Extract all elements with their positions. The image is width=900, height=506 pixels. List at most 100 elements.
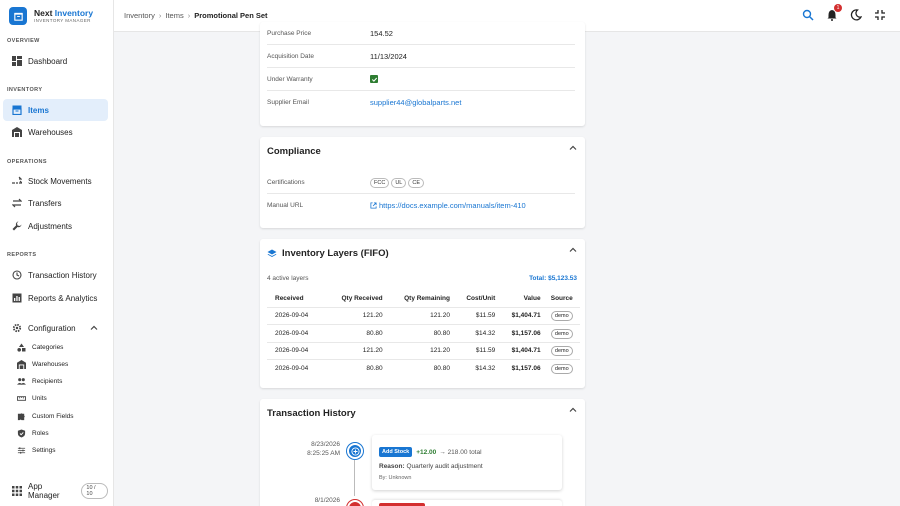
col-source: Source	[550, 294, 573, 302]
puzzle-icon	[17, 412, 26, 421]
sidebar-item-label: Reports & Analytics	[28, 293, 98, 303]
fullscreen-icon[interactable]	[874, 9, 886, 21]
breadcrumb: Inventory › Items › Promotional Pen Set	[124, 11, 268, 20]
supplier-email-label: Supplier Email	[267, 99, 309, 106]
sidebar-item-label: Warehouses	[28, 127, 73, 137]
acquisition-date-value: 11/13/2024	[370, 51, 407, 61]
chevron-up-icon[interactable]	[569, 406, 577, 414]
breadcrumb-items[interactable]: Items	[165, 11, 183, 20]
config-item-recipients[interactable]: Recipients	[17, 374, 62, 388]
timeline-entry-card[interactable]: Add Stock +12.00 → 218.00 total Reason: …	[372, 435, 562, 490]
sidebar-item-label: Configuration	[28, 323, 76, 333]
timeline-date-2: 8/1/2026	[260, 496, 340, 506]
timeline-connector	[354, 460, 355, 496]
sidebar-item-label: Adjustments	[28, 221, 73, 231]
warranty-label: Under Warranty	[267, 75, 313, 83]
warehouse-icon	[12, 127, 22, 137]
sidebar-item-label: Transaction History	[28, 270, 97, 280]
timeline-entry-card[interactable]	[372, 500, 562, 506]
purchase-price-row: Purchase Price 154.52	[267, 22, 575, 45]
brand[interactable]: Next Inventory INVENTORY MANAGER	[0, 0, 113, 32]
warranty-row: Under Warranty	[267, 68, 575, 91]
breadcrumb-inventory[interactable]: Inventory	[124, 11, 155, 20]
sidebar-item-items[interactable]: Items	[3, 99, 108, 121]
certifications-row: Certifications FCC UL CE	[267, 171, 575, 194]
sidebar: Next Inventory INVENTORY MANAGER OVERVIE…	[0, 0, 114, 506]
timeline-date: 8/23/2026	[311, 441, 340, 448]
compliance-card: Compliance Certifications FCC UL CE Manual…	[260, 137, 585, 228]
config-item-label: Units	[32, 394, 47, 402]
warehouse-icon	[17, 359, 26, 369]
history-title: Transaction History	[267, 408, 356, 419]
sidebar-item-app-manager[interactable]: App Manager 10 / 10	[3, 480, 108, 502]
section-overview: OVERVIEW	[7, 38, 40, 44]
timeline-time: 8:25:25 AM	[307, 450, 340, 458]
sidebar-item-adjustments[interactable]: Adjustments	[3, 215, 108, 237]
col-received: Received	[275, 294, 304, 302]
sidebar-item-label: Stock Movements	[28, 176, 92, 186]
sidebar-item-label: Transfers	[28, 198, 62, 208]
col-qty-remaining: Qty Remaining	[404, 294, 450, 302]
supplier-email-row: Supplier Email supplier44@globalparts.ne…	[267, 91, 575, 114]
sidebar-item-dashboard[interactable]: Dashboard	[3, 50, 108, 72]
source-chip: demo	[550, 364, 573, 374]
col-cost-unit: Cost/Unit	[466, 294, 496, 302]
brand-name: Next Inventory	[34, 8, 94, 18]
inventory-box-icon	[12, 105, 22, 115]
source-chip: demo	[550, 346, 573, 357]
config-item-units[interactable]: Units	[17, 391, 47, 405]
col-value: Value	[523, 294, 541, 302]
moon-icon[interactable]	[850, 9, 863, 21]
external-link-icon	[370, 202, 377, 209]
cert-chip: FCC	[370, 177, 390, 188]
supplier-email-link[interactable]: supplier44@globalparts.net	[370, 98, 461, 107]
sidebar-item-label: App Manager	[28, 482, 60, 500]
sidebar-item-label: Items	[28, 105, 49, 115]
sidebar-item-transfers[interactable]: Transfers	[3, 192, 108, 214]
cert-chip: CE	[408, 177, 424, 188]
running-total: → 218.00 total	[439, 448, 482, 456]
certifications-label: Certifications	[267, 178, 305, 186]
sidebar-item-reports-analytics[interactable]: Reports & Analytics	[3, 287, 108, 309]
table-row: 2026-09-04 80.80 80.80 $14.32 $1,157.06 demo	[267, 324, 580, 342]
config-item-categories[interactable]: Categories	[17, 340, 63, 354]
sidebar-item-configuration[interactable]: Configuration	[3, 317, 108, 339]
cert-chip: UL	[391, 177, 407, 188]
people-icon	[17, 377, 26, 386]
add-stock-tag: Add Stock	[379, 447, 413, 457]
purchase-price-value: 154.52	[370, 28, 393, 38]
app-count-badge: 10 / 10	[81, 483, 108, 499]
layers-table: Received Qty Received Qty Remaining Cost…	[267, 290, 580, 377]
chevron-up-icon[interactable]	[90, 324, 98, 332]
config-item-label: Settings	[32, 446, 56, 454]
sidebar-item-stock-movements[interactable]: Stock Movements	[3, 170, 108, 192]
table-row: 2026-09-04 121.20 121.20 $11.59 $1,404.71 dem…	[267, 341, 580, 360]
chevron-up-icon[interactable]	[569, 246, 577, 254]
config-item-custom-fields[interactable]: Custom Fields	[17, 409, 74, 423]
timeline-date: 8/1/2026	[314, 497, 340, 504]
config-item-label: Recipients	[32, 377, 63, 385]
details-card: Purchase Price 154.52 Acquisition Date 1…	[260, 22, 585, 126]
inventory-layers-card: Inventory Layers (FIFO) 4 active layers …	[260, 239, 585, 388]
chevron-up-icon[interactable]	[569, 144, 577, 152]
manual-url-row: Manual URL https://docs.example.com/manu…	[267, 194, 575, 217]
section-reports: REPORTS	[7, 252, 37, 258]
breadcrumb-current: Promotional Pen Set	[194, 11, 268, 20]
sidebar-item-warehouses[interactable]: Warehouses	[3, 121, 108, 143]
swap-icon	[12, 198, 22, 208]
manual-url-link[interactable]: https://docs.example.com/manuals/item-41…	[370, 201, 526, 210]
config-item-warehouses[interactable]: Warehouses	[17, 357, 68, 371]
table-row: 2026-09-04 121.20 121.20 $11.59 $1,404.71 dem…	[267, 306, 580, 325]
search-icon[interactable]	[802, 9, 814, 21]
gear-icon	[12, 323, 22, 333]
layers-title: Inventory Layers (FIFO)	[267, 248, 389, 259]
breadcrumb-separator: ›	[187, 11, 191, 20]
source-chip: demo	[550, 328, 573, 339]
sidebar-item-transaction-history[interactable]: Transaction History	[3, 264, 108, 286]
ruler-icon	[17, 394, 26, 403]
config-item-roles[interactable]: Roles	[17, 426, 49, 440]
reason-label: Reason:	[379, 463, 405, 470]
bell-icon[interactable]: 1	[826, 4, 842, 21]
config-item-settings[interactable]: Settings	[17, 443, 56, 457]
col-qty-received: Qty Received	[341, 294, 383, 302]
